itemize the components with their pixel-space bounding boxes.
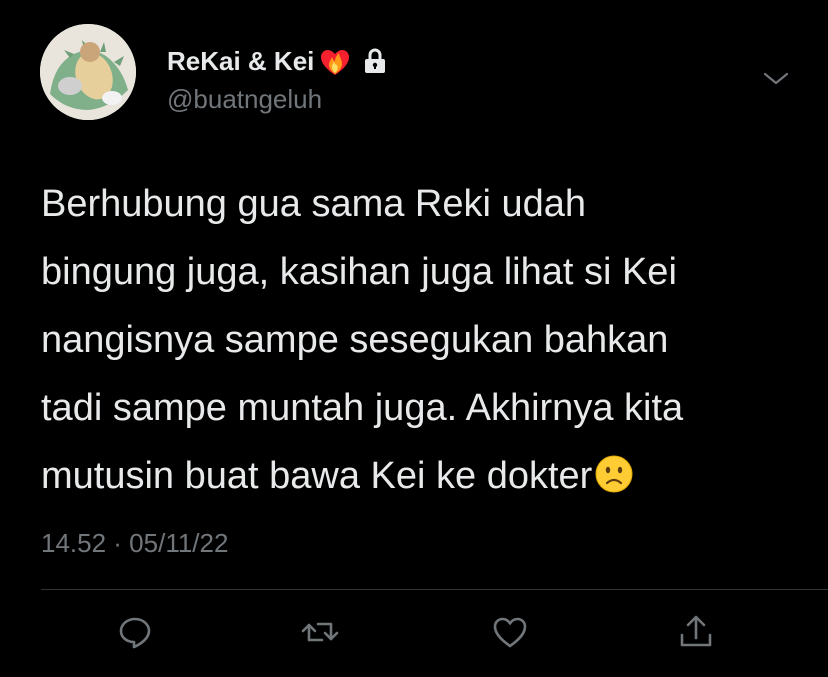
tweet-text: Berhubung gua sama Reki udah bingung jug… [41, 170, 801, 510]
display-name[interactable]: ReKai & Kei [167, 46, 314, 77]
avatar[interactable] [40, 24, 136, 120]
avatar-image [40, 24, 136, 120]
reply-button[interactable] [115, 612, 155, 652]
tweet-text-last-line: mutusin buat bawa Kei ke dokter [41, 442, 801, 510]
divider [41, 589, 828, 590]
timestamp[interactable]: 14.52 · 05/11/22 [41, 528, 228, 559]
tweet-text-line: bingung juga, kasihan juga lihat si Kei [41, 251, 677, 293]
tweet-text-line: Berhubung gua sama Reki udah [41, 183, 587, 225]
action-bar [0, 612, 828, 652]
tweet: ReKai & Kei @buatngeluh Berhubung gua sa… [0, 0, 828, 677]
like-icon [493, 617, 527, 648]
slightly-frowning-face-icon [594, 448, 634, 493]
like-button[interactable] [490, 612, 530, 652]
share-button[interactable] [676, 612, 716, 652]
handle[interactable]: @buatngeluh [167, 84, 322, 115]
heart-on-fire-icon [318, 44, 352, 78]
retweet-icon [301, 622, 339, 642]
tweet-text-line: nangisnya sampe sesegukan bahkan [41, 319, 669, 361]
share-icon [680, 615, 712, 647]
tweet-text-line: mutusin buat bawa Kei ke dokter [41, 455, 593, 497]
chevron-down-icon[interactable] [760, 64, 792, 92]
name-row: ReKai & Kei [167, 44, 386, 78]
lock-icon [364, 48, 386, 74]
tweet-text-line: tadi sampe muntah juga. Akhirnya kita [41, 387, 684, 429]
retweet-button[interactable] [300, 612, 340, 652]
reply-icon [119, 617, 151, 649]
